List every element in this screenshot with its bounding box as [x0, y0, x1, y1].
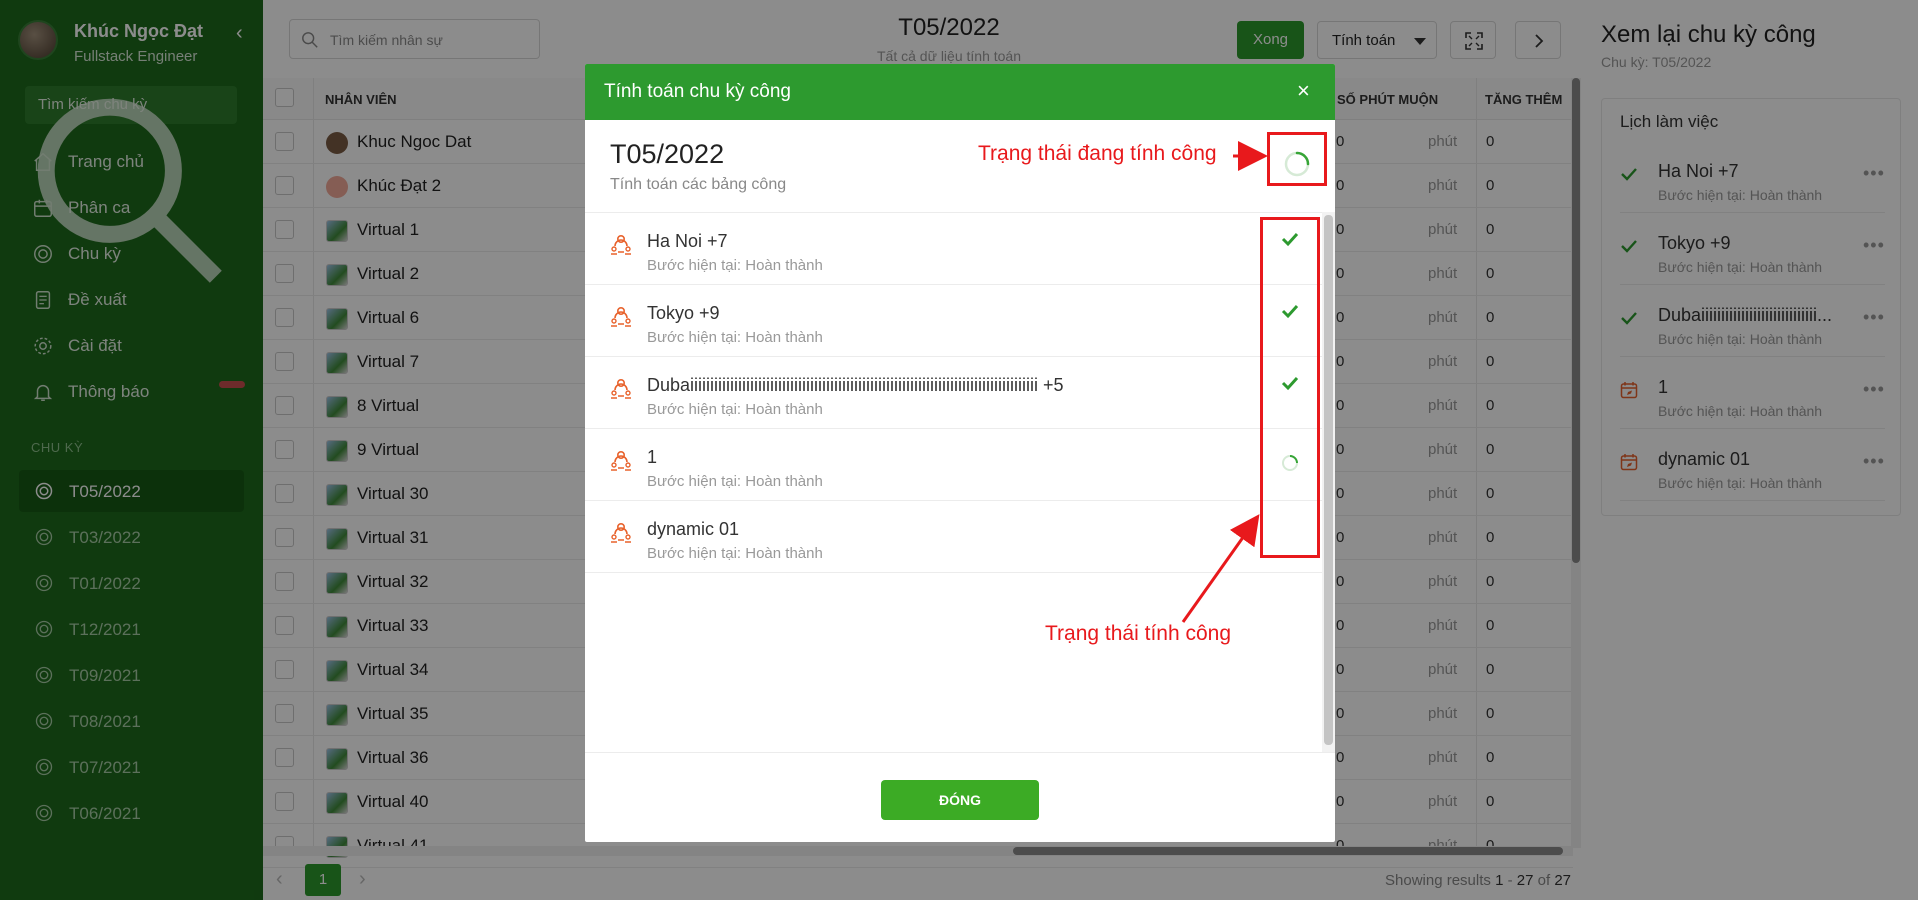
team-icon	[611, 234, 631, 255]
modal-description: Tính toán các bảng công	[610, 176, 787, 193]
annotation-box-spinner	[1267, 132, 1327, 186]
modal-title: Tính toán chu kỳ công	[604, 81, 791, 102]
calculation-item-status: Bước hiện tại: Hoàn thành	[647, 473, 823, 490]
annotation-label-status: Trạng thái tính công	[1045, 622, 1232, 645]
team-icon	[611, 306, 631, 327]
calculation-modal: Tính toán chu kỳ công × T05/2022 Tính to…	[585, 64, 1335, 842]
team-icon	[611, 522, 631, 543]
calculation-item: dynamic 01 Bước hiện tại: Hoàn thành	[585, 501, 1322, 573]
calculation-item-status: Bước hiện tại: Hoàn thành	[647, 329, 823, 346]
calculation-item: Dubaiiiiiiiiiiiiiiiiiiiiiiiiiiiiiiiiiiii…	[585, 357, 1322, 429]
calculation-item-name: 1	[647, 447, 658, 467]
modal-footer: ĐÓNG	[585, 752, 1335, 842]
calculation-item-name: dynamic 01	[647, 519, 740, 539]
calculation-item-status: Bước hiện tại: Hoàn thành	[647, 545, 823, 562]
calculation-item: Ha Noi +7 Bước hiện tại: Hoàn thành	[585, 213, 1322, 285]
annotation-box-status-column	[1260, 217, 1320, 558]
modal-header: Tính toán chu kỳ công ×	[585, 64, 1335, 120]
calculation-item: 1 Bước hiện tại: Hoàn thành	[585, 429, 1322, 501]
calculation-item: Tokyo +9 Bước hiện tại: Hoàn thành	[585, 285, 1322, 357]
team-icon	[611, 378, 631, 399]
calculation-item-name: Tokyo +9	[647, 303, 720, 323]
calculation-item-name: Dubaiiiiiiiiiiiiiiiiiiiiiiiiiiiiiiiiiiii…	[647, 375, 1064, 395]
modal-period: T05/2022	[610, 139, 725, 169]
annotation-label-processing: Trạng thái đang tính công	[978, 142, 1217, 165]
close-icon[interactable]: ×	[1297, 78, 1310, 104]
close-button[interactable]: ĐÓNG	[881, 780, 1039, 820]
calculation-item-name: Ha Noi +7	[647, 231, 728, 251]
modal-scrollbar[interactable]	[1322, 212, 1335, 752]
calculation-item-status: Bước hiện tại: Hoàn thành	[647, 401, 823, 418]
scrollbar-thumb[interactable]	[1324, 215, 1333, 745]
calculation-item-status: Bước hiện tại: Hoàn thành	[647, 257, 823, 274]
team-icon	[611, 450, 631, 471]
calculation-list: Ha Noi +7 Bước hiện tại: Hoàn thành Tokyo …	[585, 212, 1322, 752]
